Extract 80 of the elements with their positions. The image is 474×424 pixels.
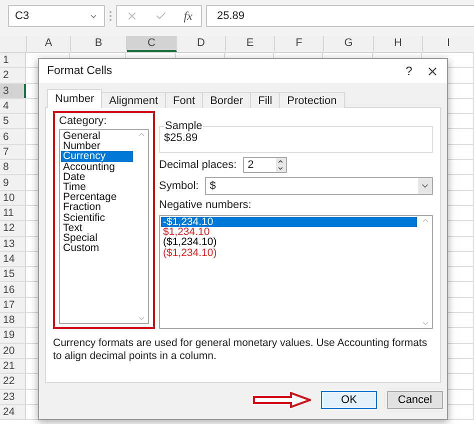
category-item[interactable]: Accounting <box>61 162 133 172</box>
number-format-text: $1,234.10 <box>163 226 210 238</box>
scroll-down-icon[interactable] <box>136 314 146 323</box>
cancel-icon[interactable] <box>126 10 138 22</box>
category-item[interactable]: Currency <box>61 151 133 162</box>
cancel-button[interactable]: Cancel <box>387 391 443 409</box>
sample-value: $25.89 <box>164 132 198 144</box>
tab[interactable]: Protection <box>279 92 345 108</box>
number-format-text: ($1,234.10) <box>163 236 217 248</box>
row-header[interactable]: 4 <box>0 98 26 114</box>
category-item[interactable]: Date <box>61 172 133 182</box>
category-item[interactable]: Custom <box>61 243 133 254</box>
decimal-places-field[interactable]: 2 <box>242 157 287 173</box>
row-header[interactable]: 16 <box>0 282 26 297</box>
close-icon[interactable] <box>426 64 439 78</box>
row-header[interactable]: 23 <box>0 390 26 404</box>
tab[interactable]: Font <box>165 92 204 108</box>
category-item[interactable]: Special <box>61 233 133 244</box>
row-header[interactable]: 11 <box>0 206 26 220</box>
row-header[interactable]: 13 <box>0 236 26 251</box>
row-header[interactable]: 15 <box>0 267 26 282</box>
row-header[interactable]: 21 <box>0 358 26 374</box>
symbol-dropdown[interactable]: $ <box>204 177 433 195</box>
negative-numbers-list[interactable]: -$1,234.10 $1,234.10 ($1,234.10) ($1,234.10) <box>159 215 433 329</box>
category-item[interactable]: Fraction <box>61 202 133 213</box>
category-item[interactable]: General <box>61 131 133 142</box>
scroll-up-icon[interactable] <box>420 216 430 225</box>
row-header[interactable]: 12 <box>0 221 26 236</box>
negative-number-item[interactable]: -$1,234.10 <box>161 217 417 228</box>
row-header[interactable]: 9 <box>0 175 26 190</box>
row-header[interactable]: 8 <box>0 160 26 174</box>
dialog-title: Format Cells <box>47 65 114 77</box>
scroll-down-icon[interactable] <box>420 319 430 328</box>
grip-icon <box>109 10 112 22</box>
row-header[interactable]: 7 <box>0 144 26 160</box>
category-item[interactable]: Time <box>61 182 133 192</box>
negative-number-item[interactable]: ($1,234.10) <box>161 237 417 248</box>
row-header[interactable]: 18 <box>0 313 26 328</box>
decimal-places-label: Decimal places: <box>159 159 237 171</box>
row-header[interactable]: 3 <box>0 84 26 98</box>
dropdown-icon[interactable] <box>418 178 432 194</box>
scroll-up-icon[interactable] <box>136 130 146 139</box>
row-header[interactable]: 10 <box>0 190 26 205</box>
column-header[interactable]: C <box>127 36 177 52</box>
category-item[interactable]: Text <box>61 222 133 234</box>
category-item[interactable]: Number <box>61 141 133 152</box>
negative-number-item[interactable]: ($1,234.10) <box>161 248 417 258</box>
description-text: Currency formats are used for general monetary values. Use Accounting formats to align decimal points in a column. <box>53 337 428 363</box>
spinner-icon[interactable] <box>276 158 286 172</box>
help-button[interactable]: ? <box>400 64 418 78</box>
category-item[interactable]: Scientific <box>61 212 133 223</box>
pointer-arrow <box>253 392 311 408</box>
ok-button[interactable]: OK <box>321 391 377 409</box>
insert-function-button[interactable]: fx <box>184 8 192 24</box>
tab[interactable]: Fill <box>250 92 280 108</box>
row-header[interactable]: 20 <box>0 344 26 358</box>
row-header[interactable]: 17 <box>0 298 26 312</box>
row-header[interactable]: 19 <box>0 328 26 343</box>
row-header[interactable]: 2 <box>0 68 26 83</box>
tab[interactable]: Number <box>47 89 102 108</box>
check-icon[interactable] <box>154 10 167 22</box>
name-box[interactable]: C3 <box>8 5 105 27</box>
negative-numbers-label: Negative numbers: <box>159 199 252 211</box>
row-header[interactable]: 6 <box>0 129 26 144</box>
row-header[interactable]: 14 <box>0 252 26 266</box>
number-format-text: -$1,234.10 <box>163 216 214 228</box>
category-list[interactable]: General Number Currency Accounting Date Time Percentage Fraction Scientific Text Special Custom <box>59 129 149 324</box>
tab[interactable]: Border <box>202 92 252 108</box>
negative-number-item[interactable]: $1,234.10 <box>161 227 417 238</box>
symbol-label: Symbol: <box>159 180 199 192</box>
row-header[interactable]: 1 <box>0 53 26 68</box>
category-label: Category: <box>59 115 108 127</box>
tab[interactable]: Alignment <box>101 92 166 108</box>
formula-field[interactable]: 25.89 <box>206 5 474 27</box>
number-format-text: ($1,234.10) <box>163 246 217 259</box>
row-header[interactable]: 24 <box>0 404 26 420</box>
sample-label: Sample <box>164 120 204 132</box>
row-header[interactable]: 22 <box>0 374 26 389</box>
category-item[interactable]: Percentage <box>61 192 133 202</box>
row-header[interactable]: 5 <box>0 114 26 128</box>
